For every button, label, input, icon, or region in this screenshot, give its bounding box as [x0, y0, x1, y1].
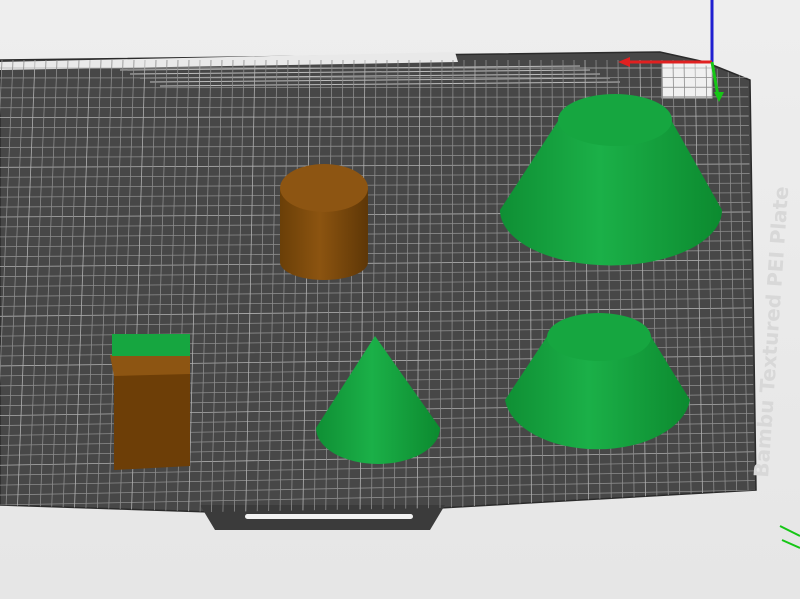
cylinder-top	[280, 164, 368, 212]
plate-label: Bambu Textured PEI Plate	[749, 185, 793, 478]
box-object[interactable]	[110, 334, 190, 470]
plate-handle-slot	[245, 514, 413, 519]
scene[interactable]: Bambu Textured PEI Plate	[0, 0, 800, 599]
3d-viewport[interactable]: Bambu Textured PEI Plate	[0, 0, 800, 599]
box-front-face	[114, 372, 190, 470]
truncated-cone-small-top	[547, 313, 651, 361]
box-brown-band	[110, 355, 190, 376]
truncated-cone-large-top	[558, 94, 672, 146]
box-green-top	[112, 334, 190, 356]
origin-marker	[779, 525, 800, 549]
plate-corner-calibration	[661, 61, 713, 99]
cylinder-object[interactable]	[280, 164, 368, 280]
